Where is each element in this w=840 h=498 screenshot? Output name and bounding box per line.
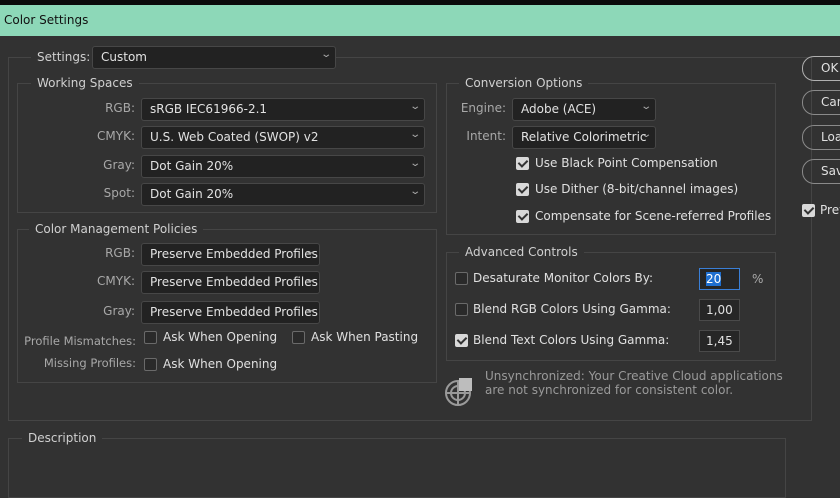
policy-rgb-dropdown[interactable]: Preserve Embedded Profiles ⌄ (141, 243, 320, 266)
chevron-down-icon: ⌄ (408, 101, 421, 112)
rgb-value: sRGB IEC61966-2.1 (150, 102, 268, 116)
settings-value: Custom (101, 50, 147, 64)
spot-working-space-dropdown[interactable]: Dot Gain 20% ⌄ (141, 183, 425, 206)
desaturate-label[interactable]: Desaturate Monitor Colors By: (473, 271, 653, 285)
sync-line-1: Unsynchronized: Your Creative Cloud appl… (485, 369, 783, 383)
chevron-down-icon: ⌄ (303, 304, 316, 315)
intent-dropdown[interactable]: Relative Colorimetric ⌄ (512, 126, 656, 149)
blend-rgb-value: 1,00 (706, 303, 733, 317)
missing-ask-opening-checkbox[interactable] (144, 358, 157, 371)
blend-rgb-input[interactable]: 1,00 (699, 299, 740, 321)
missing-profiles-label: Missing Profiles: (43, 356, 136, 370)
working-spaces-title: Working Spaces (31, 76, 139, 90)
title-bar: Color Settings (0, 5, 840, 36)
blend-text-input[interactable]: 1,45 (699, 330, 740, 352)
description-group (8, 438, 786, 498)
engine-value: Adobe (ACE) (521, 102, 597, 116)
cmyk-working-space-dropdown[interactable]: U.S. Web Coated (SWOP) v2 ⌄ (141, 126, 425, 149)
blend-text-value: 1,45 (706, 334, 733, 348)
description-title: Description (22, 431, 103, 445)
cmyk-label: CMYK: (97, 129, 135, 143)
policies-title: Color Management Policies (29, 222, 204, 236)
conversion-title: Conversion Options (459, 76, 589, 90)
intent-value: Relative Colorimetric (521, 130, 647, 144)
save-button[interactable]: Save... (802, 159, 840, 184)
rgb-label: RGB: (105, 101, 135, 115)
desaturate-input[interactable]: 20 (699, 268, 740, 290)
dither-label[interactable]: Use Dither (8-bit/channel images) (535, 182, 738, 196)
blend-text-label[interactable]: Blend Text Colors Using Gamma: (473, 333, 669, 347)
chevron-down-icon: ⌄ (303, 246, 316, 257)
gray-value: Dot Gain 20% (150, 159, 234, 173)
desaturate-checkbox[interactable] (455, 272, 468, 285)
policy-cmyk-label: CMYK: (97, 274, 135, 288)
cancel-button[interactable]: Cancel (802, 90, 840, 115)
chevron-down-icon: ⌄ (408, 186, 421, 197)
chevron-down-icon: ⌄ (319, 49, 332, 60)
scene-referred-label[interactable]: Compensate for Scene-referred Profiles (535, 209, 771, 223)
engine-label: Engine: (460, 101, 506, 115)
desaturate-value: 20 (706, 272, 722, 286)
chevron-down-icon: ⌄ (639, 129, 652, 140)
policy-gray-value: Preserve Embedded Profiles (150, 305, 318, 319)
ok-button[interactable]: OK (802, 56, 840, 81)
spot-value: Dot Gain 20% (150, 187, 234, 201)
intent-label: Intent: (466, 129, 506, 143)
sync-line-2: are not synchronized for consistent colo… (485, 383, 734, 397)
policy-rgb-value: Preserve Embedded Profiles (150, 247, 318, 261)
missing-ask-opening-label[interactable]: Ask When Opening (163, 357, 277, 371)
preview-checkbox[interactable] (802, 204, 815, 217)
profile-mismatches-label: Profile Mismatches: (24, 334, 136, 348)
policy-gray-dropdown[interactable]: Preserve Embedded Profiles ⌄ (141, 301, 320, 324)
mismatch-ask-opening-label[interactable]: Ask When Opening (163, 330, 277, 344)
chevron-down-icon: ⌄ (408, 158, 421, 169)
chevron-down-icon: ⌄ (408, 129, 421, 140)
rgb-working-space-dropdown[interactable]: sRGB IEC61966-2.1 ⌄ (141, 98, 425, 121)
load-button[interactable]: Load... (802, 125, 840, 150)
sync-status-icon (445, 378, 472, 406)
settings-label: Settings: (31, 49, 97, 69)
window-title: Color Settings (4, 13, 89, 27)
scene-referred-checkbox[interactable] (516, 210, 529, 223)
black-point-checkbox[interactable] (516, 157, 529, 170)
policy-cmyk-value: Preserve Embedded Profiles (150, 275, 318, 289)
mismatch-ask-opening-checkbox[interactable] (144, 331, 157, 344)
gray-label: Gray: (103, 158, 135, 172)
mismatch-ask-pasting-label[interactable]: Ask When Pasting (311, 330, 418, 344)
policy-rgb-label: RGB: (105, 246, 135, 260)
blend-rgb-checkbox[interactable] (455, 303, 468, 316)
mismatch-ask-pasting-checkbox[interactable] (292, 331, 305, 344)
advanced-title: Advanced Controls (459, 245, 584, 259)
engine-dropdown[interactable]: Adobe (ACE) ⌄ (512, 98, 656, 121)
policy-gray-label: Gray: (103, 304, 135, 318)
preview-label[interactable]: Preview (820, 203, 840, 217)
blend-rgb-label[interactable]: Blend RGB Colors Using Gamma: (473, 302, 671, 316)
blend-text-checkbox[interactable] (455, 334, 468, 347)
policy-cmyk-dropdown[interactable]: Preserve Embedded Profiles ⌄ (141, 271, 320, 294)
dither-checkbox[interactable] (516, 183, 529, 196)
gray-working-space-dropdown[interactable]: Dot Gain 20% ⌄ (141, 155, 425, 178)
percent-unit: % (752, 272, 764, 286)
chevron-down-icon: ⌄ (639, 101, 652, 112)
black-point-label[interactable]: Use Black Point Compensation (535, 156, 718, 170)
sync-message: Unsynchronized: Your Creative Cloud appl… (485, 369, 785, 397)
cmyk-value: U.S. Web Coated (SWOP) v2 (150, 130, 319, 144)
spot-label: Spot: (103, 186, 135, 200)
chevron-down-icon: ⌄ (303, 274, 316, 285)
settings-dropdown[interactable]: Custom ⌄ (92, 46, 336, 69)
